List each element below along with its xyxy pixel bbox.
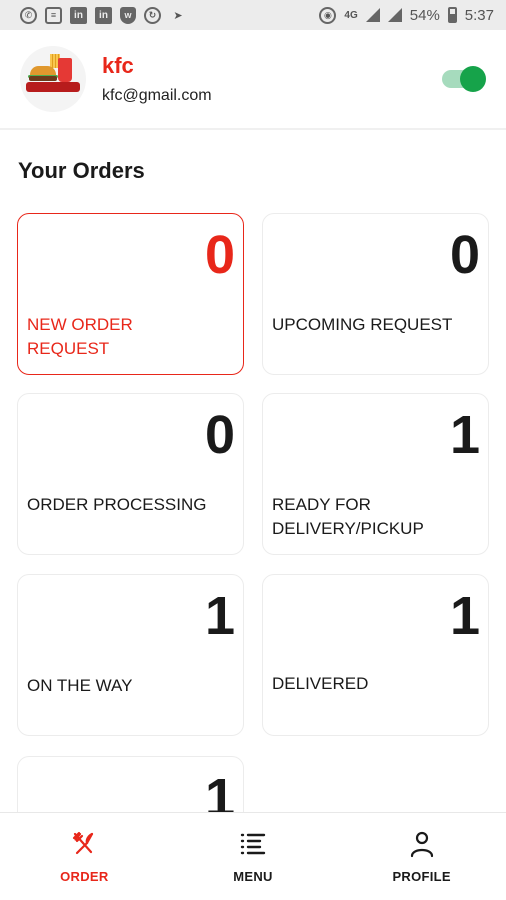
shield-icon: w — [120, 6, 136, 24]
hotspot-icon: ◉ — [319, 6, 337, 24]
telegram-icon: ➤ — [173, 9, 183, 22]
restaurant-name: kfc — [102, 53, 134, 78]
nav-label: PROFILE — [392, 869, 451, 884]
sync-icon: ↻ — [144, 6, 161, 24]
network-type: 4G — [344, 9, 358, 21]
online-toggle[interactable] — [442, 66, 486, 92]
clock: 5:37 — [464, 6, 494, 24]
signal-icon — [365, 8, 380, 22]
card-count: 1 — [449, 586, 480, 646]
card-count: 0 — [204, 225, 235, 285]
battery-icon — [447, 7, 457, 23]
card-label: DELIVERED — [272, 674, 369, 693]
card-on-the-way[interactable]: 1 ON THE WAY — [17, 574, 244, 736]
card-count: 0 — [449, 225, 480, 285]
tray-graphic — [26, 82, 80, 92]
nav-profile[interactable]: PROFILE — [337, 813, 506, 900]
card-order-processing[interactable]: 0 ORDER PROCESSING — [17, 393, 244, 555]
battery-percent: 54% — [409, 6, 440, 24]
card-label: ORDER PROCESSING — [27, 495, 207, 514]
card-new-order-request[interactable]: 0 NEW ORDER REQUEST — [17, 213, 244, 375]
profile-header: kfc kfc@gmail.com — [0, 30, 506, 130]
nav-label: ORDER — [60, 869, 109, 884]
card-count: 1 — [449, 405, 480, 465]
whatsapp-icon: ✆ — [20, 6, 37, 24]
restaurant-email: kfc@gmail.com — [102, 87, 212, 104]
card-count: 1 — [204, 586, 235, 646]
card-delivered[interactable]: 1 DELIVERED — [262, 574, 489, 736]
linkedin-icon: in — [95, 6, 112, 24]
nav-menu[interactable]: MENU — [169, 813, 338, 900]
nav-order[interactable]: ORDER — [0, 813, 169, 900]
card-label: READY FOR DELIVERY/PICKUP — [272, 495, 424, 538]
card-label: NEW ORDER REQUEST — [27, 315, 133, 358]
notification-icons: ✆ ≡ in in w ↻ ➤ — [20, 6, 187, 24]
menu-list-icon — [238, 829, 268, 859]
nav-label: MENU — [233, 869, 273, 884]
avatar[interactable] — [20, 46, 86, 112]
card-upcoming-request[interactable]: 0 UPCOMING REQUEST — [262, 213, 489, 375]
toggle-knob — [460, 66, 486, 92]
user-icon — [407, 829, 437, 859]
linkedin-icon: in — [70, 6, 87, 24]
card-count: 0 — [204, 405, 235, 465]
bottom-nav: ORDER MENU PROFILE — [0, 812, 506, 900]
status-bar: ✆ ≡ in in w ↻ ➤ ◉ 4G 54% 5:37 — [0, 0, 506, 30]
page-title: Your Orders — [18, 158, 145, 183]
card-label: ON THE WAY — [27, 676, 133, 695]
card-label: UPCOMING REQUEST — [272, 315, 453, 334]
news-icon: ≡ — [45, 6, 62, 24]
card-ready-for-delivery[interactable]: 1 READY FOR DELIVERY/PICKUP — [262, 393, 489, 555]
fork-knife-icon — [69, 829, 99, 859]
signal-icon — [387, 8, 402, 22]
drink-graphic — [58, 58, 72, 82]
